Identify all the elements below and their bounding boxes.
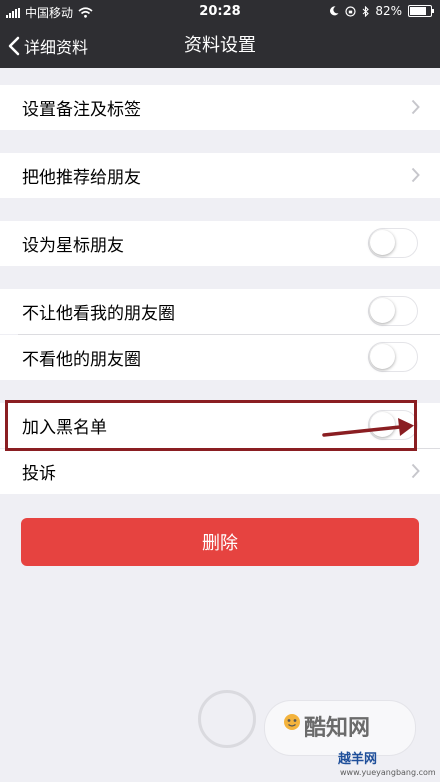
moon-icon [330,6,339,16]
row-label: 不让他看我的朋友圈 [22,304,175,324]
star-friend-toggle[interactable] [368,228,418,258]
hide-my-moments-toggle[interactable] [368,296,418,326]
back-button[interactable]: 详细资料 [8,24,88,68]
rotation-lock-icon [345,5,356,17]
row-label: 设置备注及标签 [22,100,141,120]
watermark-brand: 酷知网 [304,716,371,741]
row-remark-tags[interactable]: 设置备注及标签 [0,85,440,130]
row-label: 设为星标朋友 [22,236,124,256]
watermark-url: www.yueyangbang.com [340,768,436,777]
status-right: 82% [329,4,434,18]
toggle-knob [370,344,395,369]
bluetooth-icon [362,5,370,17]
annotation-arrow-icon [322,418,414,437]
row-label: 把他推荐给朋友 [22,168,141,188]
chevron-right-icon [411,167,420,183]
chevron-right-icon [411,463,420,479]
row-label: 投诉 [22,464,56,484]
watermark-face-icon [284,714,300,730]
chevron-left-icon [8,36,20,56]
not-see-moments-toggle[interactable] [368,342,418,372]
watermark-site: 越羊网 [338,752,378,767]
battery-percent: 82% [375,4,402,18]
row-not-see-moments: 不看他的朋友圈 [0,335,440,380]
back-label: 详细资料 [24,38,89,57]
row-recommend-friend[interactable]: 把他推荐给朋友 [0,153,440,198]
watermark-logo-icon [198,690,256,748]
row-star-friend: 设为星标朋友 [0,221,440,266]
row-label: 不看他的朋友圈 [22,350,141,370]
chevron-right-icon [411,99,420,115]
status-bar: 中国移动 20:28 82% [0,0,440,24]
nav-bar: 详细资料 资料设置 [0,24,440,68]
battery-icon [408,5,434,17]
toggle-knob [370,298,395,323]
toggle-knob [370,230,395,255]
row-hide-my-moments: 不让他看我的朋友圈 [0,289,440,334]
delete-button[interactable]: 删除 [21,518,419,566]
row-report[interactable]: 投诉 [0,449,440,494]
